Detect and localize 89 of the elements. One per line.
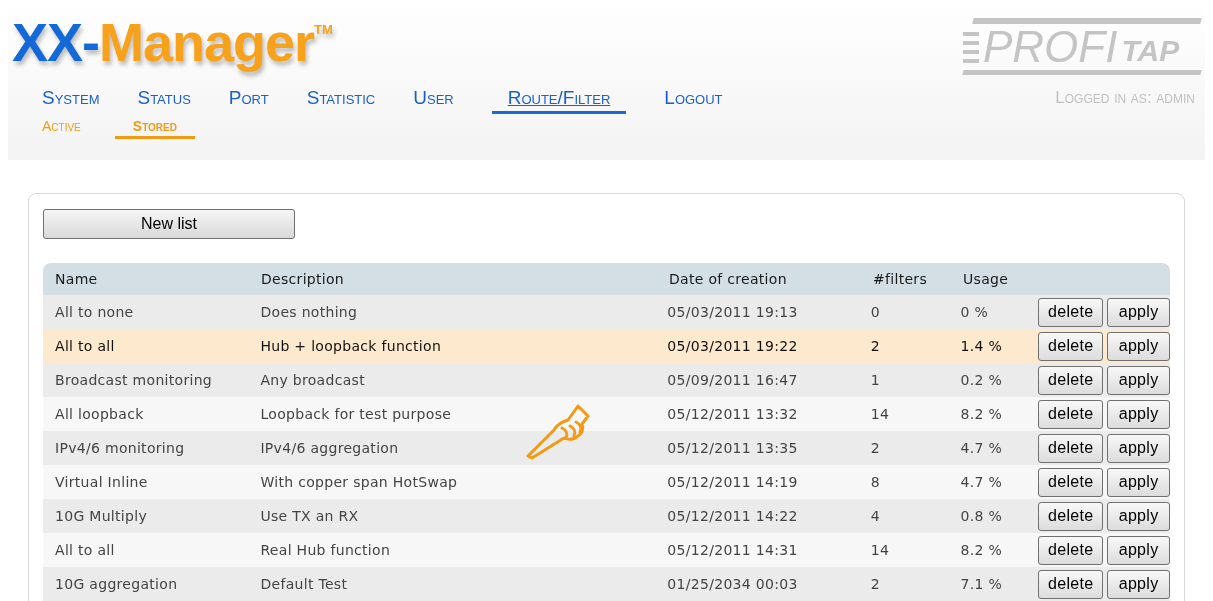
nav-tab[interactable]: Statistic xyxy=(306,85,376,114)
apply-button[interactable]: apply xyxy=(1107,569,1170,599)
delete-button[interactable]: delete xyxy=(1038,331,1104,361)
table-cell: 05/12/2011 14:22 xyxy=(667,507,798,524)
table-row[interactable]: IPv4/6 monitoring IPv4/6 aggregation 05/12/2011 13:35 2 4.7 % delete apply xyxy=(43,431,1170,465)
trademark-mark: TM xyxy=(314,21,333,37)
delete-button[interactable]: delete xyxy=(1038,467,1104,497)
table-row[interactable]: All to none Does nothing 05/03/2011 19:13 0 0 % delete apply xyxy=(43,295,1170,329)
table-row[interactable]: Virtual Inline With copper span HotSwap 05/12/2011 14:19 8 4.7 % delete apply xyxy=(43,465,1170,499)
table-cell: IPv4/6 monitoring xyxy=(55,439,185,456)
nav-tab[interactable]: Port xyxy=(228,85,269,114)
column-header: #filters xyxy=(873,270,927,287)
delete-button[interactable]: delete xyxy=(1038,433,1104,463)
apply-button[interactable]: apply xyxy=(1107,535,1170,565)
table-cell: Any broadcast xyxy=(260,371,365,388)
table-cell: Hub + loopback function xyxy=(260,337,442,354)
column-header: Description xyxy=(261,270,345,287)
apply-button[interactable]: apply xyxy=(1107,433,1170,463)
table-row[interactable]: All to all Real Hub function 05/12/2011 14:31 14 8.2 % delete apply xyxy=(43,533,1170,567)
table-row[interactable]: All loopback Loopback for test purpose 05/12/2011 13:32 14 8.2 % delete apply xyxy=(43,397,1170,431)
table-cell: 8.2 % xyxy=(960,405,1003,422)
nav-tab[interactable]: Logout xyxy=(664,85,723,114)
table-cell: 2 xyxy=(870,439,880,456)
table-cell: 10G aggregation xyxy=(55,575,178,592)
table-cell: 2 xyxy=(870,575,880,592)
table-cell: Loopback for test purpose xyxy=(260,405,452,422)
table-cell: 8.2 % xyxy=(960,541,1003,558)
table-cell: 0.8 % xyxy=(960,507,1003,524)
table-cell: 0 % xyxy=(960,303,989,320)
table-cell: 05/12/2011 14:31 xyxy=(667,541,798,558)
table-cell: 05/03/2011 19:13 xyxy=(667,303,798,320)
apply-button[interactable]: apply xyxy=(1107,365,1170,395)
table-cell: 10G Multiply xyxy=(55,507,147,524)
table-row[interactable]: 10G Multiply Use TX an RX 05/12/2011 14:22 4 0.8 % delete apply xyxy=(43,499,1170,533)
pointing-hand-icon xyxy=(524,402,592,460)
table-cell: IPv4/6 aggregation xyxy=(260,439,399,456)
table-cell: With copper span HotSwap xyxy=(260,473,458,490)
new-list-button[interactable]: New list xyxy=(43,209,295,239)
table-cell: All to none xyxy=(55,303,134,320)
delete-button[interactable]: delete xyxy=(1038,535,1104,565)
table-cell: 05/09/2011 16:47 xyxy=(667,371,798,388)
table-cell: 05/12/2011 14:19 xyxy=(667,473,798,490)
nav-tab[interactable]: System xyxy=(42,85,100,114)
table-cell: Default Test xyxy=(260,575,348,592)
apply-button[interactable]: apply xyxy=(1107,331,1170,361)
apply-button[interactable]: apply xyxy=(1107,467,1170,497)
table-cell: 0 xyxy=(870,303,880,320)
delete-button[interactable]: delete xyxy=(1038,501,1104,531)
column-header: Usage xyxy=(963,270,1009,287)
table-row[interactable]: Broadcast monitoring Any broadcast 05/09/2011 16:47 1 0.2 % delete apply xyxy=(43,363,1170,397)
table-cell: All to all xyxy=(55,337,115,354)
table-cell: Broadcast monitoring xyxy=(55,371,213,388)
delete-button[interactable]: delete xyxy=(1038,365,1104,395)
table-cell: All to all xyxy=(55,541,115,558)
brand-logo: PROFITAP xyxy=(963,18,1201,75)
table-cell: 2 xyxy=(870,337,880,354)
nav-tab[interactable]: Route/Filter xyxy=(491,85,627,114)
delete-button[interactable]: delete xyxy=(1038,399,1104,429)
table-cell: 14 xyxy=(870,405,890,422)
table-cell: Does nothing xyxy=(260,303,358,320)
table-cell: Real Hub function xyxy=(260,541,391,558)
table-cell: 4 xyxy=(870,507,880,524)
column-header: Name xyxy=(55,270,98,287)
table-cell: 01/25/2034 00:03 xyxy=(667,575,798,592)
table-cell: 1.4 % xyxy=(960,337,1003,354)
table-cell: Use TX an RX xyxy=(260,507,359,524)
delete-button[interactable]: delete xyxy=(1038,297,1104,327)
apply-button[interactable]: apply xyxy=(1107,297,1170,327)
table-cell: 8 xyxy=(870,473,880,490)
nav-tab[interactable]: User xyxy=(413,85,454,114)
apply-button[interactable]: apply xyxy=(1107,501,1170,531)
table-cell: 05/12/2011 13:32 xyxy=(667,405,798,422)
delete-button[interactable]: delete xyxy=(1038,569,1104,599)
table-row[interactable]: 10G aggregation Default Test 01/25/2034 00:03 2 7.1 % delete apply xyxy=(43,567,1170,601)
apply-button[interactable]: apply xyxy=(1107,399,1170,429)
table-cell: 05/03/2011 19:22 xyxy=(667,337,798,354)
table-cell: 7.1 % xyxy=(960,575,1003,592)
table-cell: 05/12/2011 13:35 xyxy=(667,439,798,456)
table-cell: 14 xyxy=(870,541,890,558)
logo-text: XX-Manager xyxy=(12,11,315,74)
table-cell: Virtual Inline xyxy=(55,473,148,490)
table-cell: 1 xyxy=(870,371,880,388)
table-cell: 0.2 % xyxy=(960,371,1003,388)
table-cell: 4.7 % xyxy=(960,473,1003,490)
table-cell: All loopback xyxy=(55,405,144,422)
table-row[interactable]: All to all Hub + loopback function 05/03/2011 19:22 2 1.4 % delete apply xyxy=(43,329,1170,363)
column-header: Date of creation xyxy=(669,270,787,287)
nav-tab[interactable]: Status xyxy=(137,85,191,114)
table-cell: 4.7 % xyxy=(960,439,1003,456)
